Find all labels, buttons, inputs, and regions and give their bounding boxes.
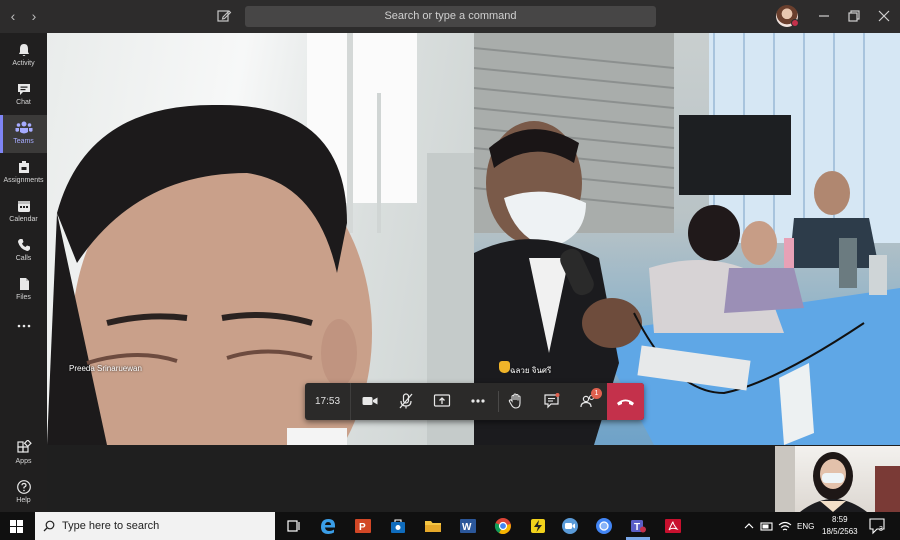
clock-time[interactable]: 8:59 <box>832 515 848 524</box>
svg-text:P: P <box>359 522 366 533</box>
more-icon <box>17 324 30 328</box>
notification-icon[interactable] <box>868 516 886 536</box>
search-icon <box>43 520 55 532</box>
title-bar: ‹ › Search or type a command <box>0 0 900 33</box>
raise-hand-button[interactable] <box>498 383 534 420</box>
compose-icon[interactable] <box>216 8 232 24</box>
minimize-icon[interactable] <box>815 7 833 25</box>
video-camera-icon <box>362 397 378 405</box>
hang-up-button[interactable] <box>607 383 644 420</box>
hang-up-icon <box>617 399 634 406</box>
close-icon[interactable] <box>875 7 893 25</box>
rail-label: Teams <box>13 138 34 145</box>
chevron-right-icon[interactable]: › <box>27 8 41 24</box>
rail-item-files[interactable]: Files <box>0 271 47 309</box>
chat-icon <box>544 393 560 409</box>
assignments-icon <box>18 161 29 173</box>
task-view-icon[interactable] <box>283 516 303 536</box>
acrobat-icon[interactable] <box>663 516 683 536</box>
battery-icon[interactable] <box>760 517 774 535</box>
rail-item-calendar[interactable]: Calendar <box>0 193 47 231</box>
bell-icon <box>18 44 29 56</box>
rail-label: Calls <box>15 255 32 262</box>
participant-name: Preeda Srinaruewan <box>69 364 142 373</box>
search-input[interactable]: Search or type a command <box>245 6 656 27</box>
notification-count: 3 <box>879 526 883 533</box>
call-timer: 17:53 <box>305 383 351 420</box>
svg-text:T: T <box>634 522 640 533</box>
apps-icon <box>16 440 32 453</box>
file-explorer-icon[interactable] <box>423 516 443 536</box>
phone-icon <box>17 239 30 251</box>
input-language[interactable]: ENG <box>797 522 814 531</box>
app-rail: Activity Chat Teams Assignments Calendar… <box>0 33 47 512</box>
help-icon <box>16 480 31 494</box>
chevron-left-icon[interactable]: ‹ <box>6 8 20 24</box>
camera-button[interactable] <box>352 383 388 420</box>
hand-icon <box>508 393 521 409</box>
svg-text:W: W <box>462 522 472 533</box>
wifi-icon[interactable] <box>778 517 792 535</box>
rail-item-more[interactable] <box>0 313 47 351</box>
taskbar-search-input[interactable]: Type here to search <box>35 512 275 540</box>
windows-taskbar: Type here to search P W T ENG 8:59 18/5/… <box>0 512 900 540</box>
clock-date[interactable]: 18/5/2563 <box>822 527 858 536</box>
raised-hand-icon <box>499 361 510 373</box>
chevron-up-icon[interactable] <box>742 517 756 535</box>
rail-label: Chat <box>16 99 31 106</box>
chrome-icon[interactable] <box>493 516 513 536</box>
microphone-off-icon <box>399 393 413 409</box>
call-controls: 17:53 1 <box>305 383 644 420</box>
zoom-icon[interactable] <box>560 516 580 536</box>
taskbar-search-placeholder: Type here to search <box>62 520 160 532</box>
rail-item-assignments[interactable]: Assignments <box>0 154 47 192</box>
rail-label: Help <box>16 497 31 504</box>
restore-icon[interactable] <box>845 7 863 25</box>
rail-item-chat[interactable]: Chat <box>0 76 47 114</box>
word-icon[interactable]: W <box>458 516 478 536</box>
presence-badge <box>791 19 799 27</box>
self-view-video[interactable] <box>774 446 900 512</box>
teams-icon[interactable]: T <box>628 516 648 536</box>
participants-button[interactable] <box>570 383 606 420</box>
rail-label: Files <box>16 294 31 301</box>
mute-button[interactable] <box>388 383 424 420</box>
rail-item-activity[interactable]: Activity <box>0 37 47 75</box>
video-feed <box>775 446 900 512</box>
rail-label: Apps <box>15 458 32 465</box>
participants-count-badge: 1 <box>591 388 602 399</box>
edge-icon[interactable] <box>318 516 338 536</box>
more-actions-button[interactable] <box>460 383 496 420</box>
windows-start-icon[interactable] <box>10 520 23 533</box>
participant-name: ฉลวย จินศรี <box>510 366 552 375</box>
share-screen-button[interactable] <box>424 383 460 420</box>
rail-item-help[interactable]: Help <box>0 474 47 512</box>
rail-item-calls[interactable]: Calls <box>0 232 47 270</box>
rail-item-apps[interactable]: Apps <box>0 435 47 473</box>
teams-icon <box>15 121 32 134</box>
file-icon <box>19 278 29 290</box>
calendar-icon <box>17 201 30 212</box>
rail-label: Activity <box>12 60 35 67</box>
rail-label: Assignments <box>3 177 44 184</box>
share-screen-icon <box>433 394 451 407</box>
chat-button[interactable] <box>534 383 570 420</box>
rail-label: Calendar <box>9 216 38 223</box>
powerpoint-icon[interactable]: P <box>353 516 373 536</box>
rail-item-teams[interactable]: Teams <box>0 115 47 153</box>
app-icon[interactable] <box>528 516 548 536</box>
chrome-icon[interactable] <box>594 516 614 536</box>
store-icon[interactable] <box>388 516 408 536</box>
more-icon <box>471 399 485 403</box>
chat-icon <box>17 84 30 95</box>
